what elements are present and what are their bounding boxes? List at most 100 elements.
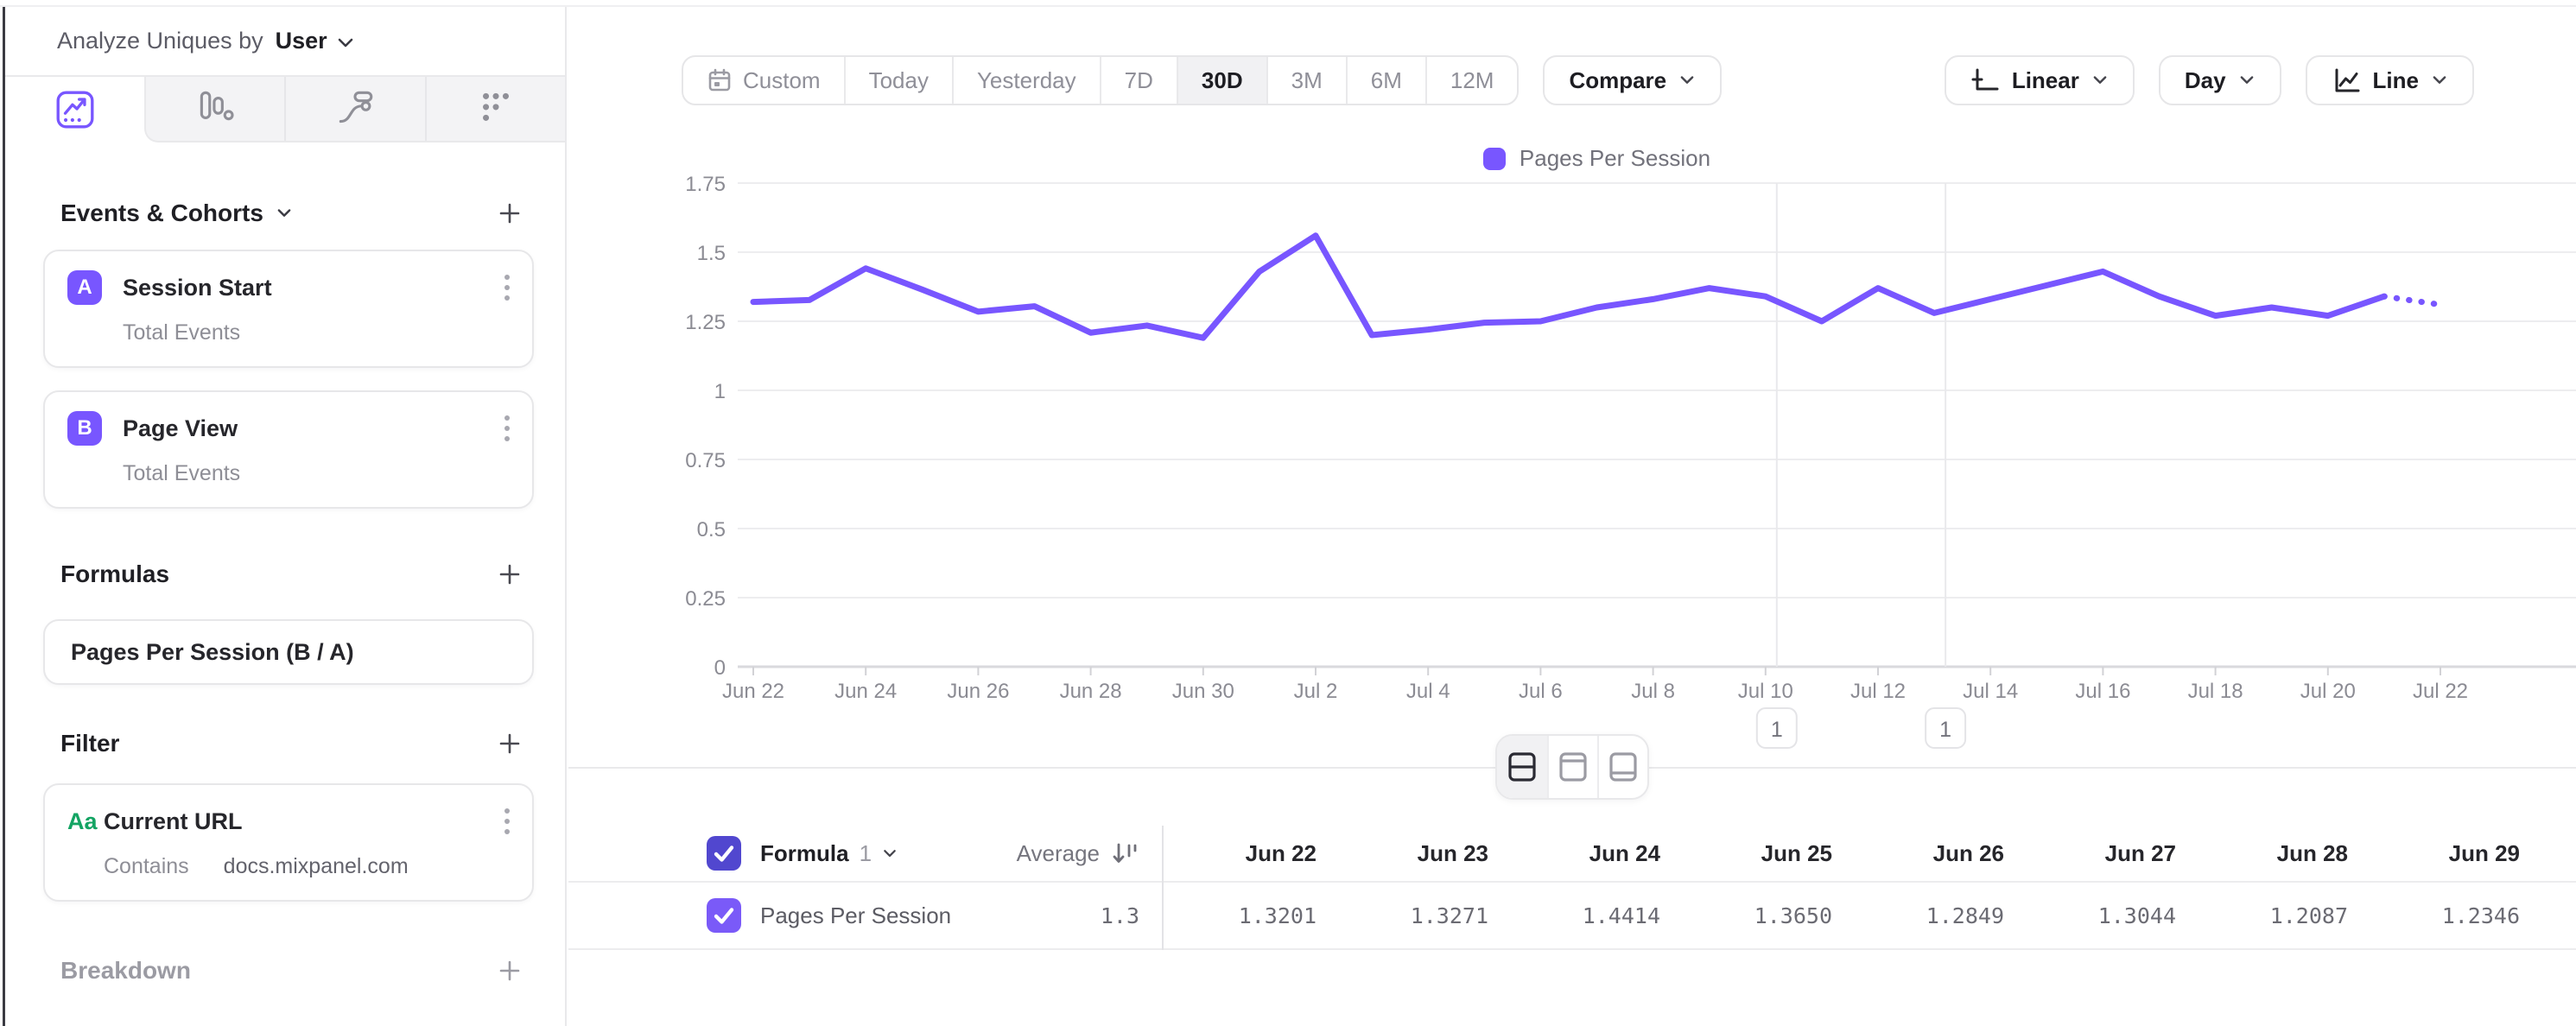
analyze-uniques-row: Analyze Uniques by User	[5, 7, 565, 75]
event-aggregation[interactable]: Total Events	[123, 320, 511, 345]
add-breakdown-button[interactable]	[496, 957, 523, 985]
chevron-down-icon	[2431, 74, 2448, 86]
view-layout-toggle	[1495, 734, 1649, 800]
tab-flows-icon	[333, 87, 377, 130]
table-header-row: Formula 1 Average Jun 22Jun 23Jun 24Jun …	[568, 826, 2576, 883]
svg-text:Jun 30: Jun 30	[1172, 680, 1234, 703]
event-aggregation[interactable]: Total Events	[123, 461, 511, 486]
compare-button[interactable]: Compare	[1543, 55, 1722, 105]
results-table: Formula 1 Average Jun 22Jun 23Jun 24Jun …	[568, 826, 2576, 950]
add-formula-button[interactable]	[496, 560, 523, 588]
svg-text:Jul 20: Jul 20	[2300, 680, 2356, 703]
event-letter-badge: A	[67, 270, 102, 305]
svg-text:Jul 2: Jul 2	[1294, 680, 1338, 703]
breakdown-section-header: Breakdown	[43, 953, 534, 988]
view-split-button[interactable]	[1497, 736, 1547, 798]
date-cell-value: 1.3271	[1334, 903, 1506, 928]
tab-insights[interactable]	[5, 77, 144, 142]
formulas-section-title: Formulas	[60, 560, 169, 588]
svg-text:0.75: 0.75	[685, 449, 726, 472]
svg-text:0.25: 0.25	[685, 587, 726, 611]
event-name: Session Start	[123, 275, 272, 301]
date-column-header[interactable]: Jun 24	[1506, 840, 1678, 867]
svg-text:Jul 14: Jul 14	[1963, 680, 2018, 703]
date-range-segmented-control: CustomTodayYesterday7D30D3M6M12M	[682, 55, 1519, 105]
svg-text:Jul 6: Jul 6	[1519, 680, 1563, 703]
formula-card[interactable]: Pages Per Session (B / A)	[43, 619, 534, 685]
chevron-down-icon	[1678, 74, 1696, 86]
chevron-down-icon	[276, 207, 293, 219]
date-column-header[interactable]: Jun 27	[2021, 840, 2193, 867]
tab-funnels[interactable]	[146, 77, 284, 141]
interval-dropdown[interactable]: Day	[2159, 55, 2281, 105]
svg-text:0.5: 0.5	[697, 518, 726, 542]
select-all-checkbox[interactable]	[707, 836, 741, 871]
range-7d[interactable]: 7D	[1100, 57, 1177, 104]
chevron-down-icon	[882, 848, 898, 859]
range-30d[interactable]: 30D	[1177, 57, 1266, 104]
view-chart-button[interactable]	[1547, 736, 1597, 798]
date-cell-value: 1.3044	[2021, 903, 2193, 928]
range-today[interactable]: Today	[844, 57, 952, 104]
events-section-title[interactable]: Events & Cohorts	[60, 200, 293, 227]
formulas-section-header: Formulas	[43, 557, 534, 592]
string-property-icon: Aa	[67, 808, 102, 835]
kebab-icon[interactable]	[503, 413, 511, 444]
filter-value[interactable]: docs.mixpanel.com	[224, 854, 409, 879]
date-column-header[interactable]: Jun 22	[1162, 840, 1334, 867]
series-checkbox[interactable]	[707, 898, 741, 933]
svg-text:Jun 26: Jun 26	[947, 680, 1009, 703]
svg-text:Jun 24: Jun 24	[834, 680, 897, 703]
view-table-button[interactable]	[1597, 736, 1647, 798]
breakdown-section-title: Breakdown	[60, 957, 191, 985]
svg-text:1: 1	[1939, 718, 1951, 742]
formula-name: Pages Per Session (B / A)	[71, 639, 354, 666]
add-filter-button[interactable]	[496, 730, 523, 757]
event-letter-badge: B	[67, 411, 102, 446]
date-cell-value: 1.3201	[1162, 903, 1334, 928]
filter-card[interactable]: Aa Current URL Contains docs.mixpanel.co…	[43, 783, 534, 902]
average-column-header[interactable]: Average	[1017, 839, 1162, 867]
tab-flows[interactable]	[284, 77, 424, 141]
date-cell-value: 1.4414	[1506, 903, 1678, 928]
range-yesterday[interactable]: Yesterday	[952, 57, 1100, 104]
query-builder-sidebar: Analyze Uniques by User	[5, 7, 567, 1026]
svg-text:1.75: 1.75	[685, 173, 726, 196]
svg-text:Jul 10: Jul 10	[1738, 680, 1793, 703]
date-cell-value: 1.3650	[1678, 903, 1850, 928]
svg-text:Jun 22: Jun 22	[722, 680, 784, 703]
add-event-button[interactable]	[496, 200, 523, 227]
tab-insights-icon	[54, 88, 97, 131]
svg-text:1: 1	[1771, 718, 1783, 742]
range-custom[interactable]: Custom	[683, 57, 844, 104]
scale-dropdown[interactable]: Linear	[1945, 55, 2135, 105]
date-column-header[interactable]: Jun 23	[1334, 840, 1506, 867]
kebab-icon[interactable]	[503, 272, 511, 303]
svg-text:Jun 28: Jun 28	[1060, 680, 1122, 703]
range-3m[interactable]: 3M	[1266, 57, 1346, 104]
line-chart[interactable]: 1.751.51.2510.750.50.250Jun 22Jun 24Jun …	[568, 104, 2576, 769]
svg-text:1: 1	[714, 380, 726, 403]
analyze-value-dropdown[interactable]: User	[276, 28, 327, 54]
svg-text:Jul 4: Jul 4	[1406, 680, 1450, 703]
svg-text:Jul 18: Jul 18	[2188, 680, 2243, 703]
formula-group-dropdown[interactable]: Formula 1	[760, 840, 898, 867]
chevron-down-icon	[2091, 74, 2109, 86]
range-6m[interactable]: 6M	[1346, 57, 1425, 104]
frozen-column-divider	[1162, 826, 1164, 950]
date-column-header[interactable]: Jun 25	[1678, 840, 1850, 867]
date-column-header[interactable]: Jun 28	[2193, 840, 2365, 867]
date-column-header[interactable]: Jun 29	[2365, 840, 2537, 867]
filter-operator[interactable]: Contains	[104, 854, 189, 879]
event-card[interactable]: A Session Start Total Events	[43, 250, 534, 368]
range-12m[interactable]: 12M	[1425, 57, 1518, 104]
view-table-icon	[1606, 748, 1640, 786]
filter-section-title: Filter	[60, 730, 119, 757]
kebab-icon[interactable]	[503, 806, 511, 837]
tab-retention[interactable]	[425, 77, 565, 141]
event-cards: ASession StartTotal EventsBPage ViewTota…	[43, 250, 534, 509]
inactive-tabs-group	[144, 77, 565, 142]
date-column-header[interactable]: Jun 26	[1850, 840, 2021, 867]
event-card[interactable]: BPage ViewTotal Events	[43, 390, 534, 509]
chart-type-dropdown[interactable]: Line	[2306, 55, 2474, 105]
